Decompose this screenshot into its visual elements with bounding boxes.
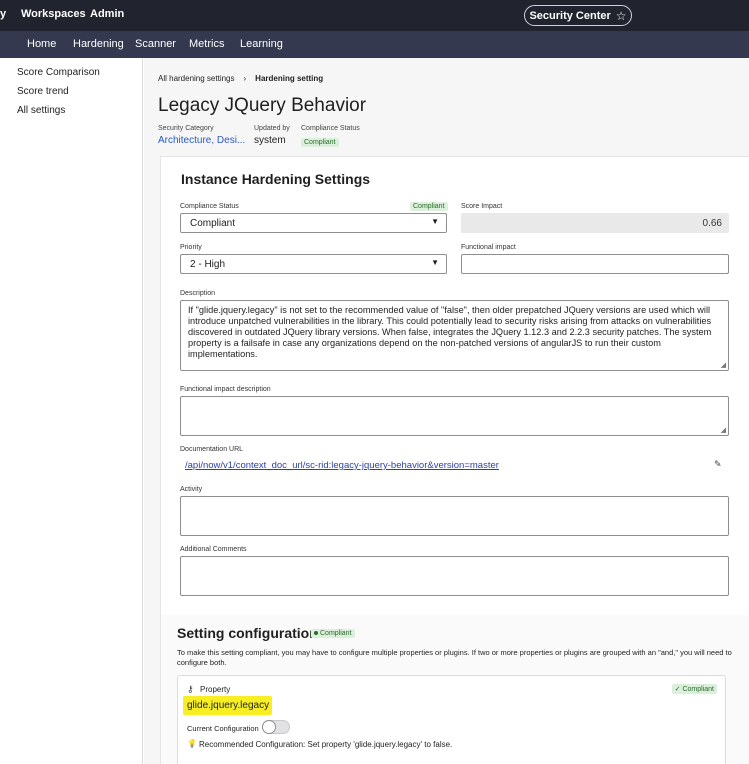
security-category-link[interactable]: Architecture, Desi... <box>158 135 245 146</box>
documentation-url-link[interactable]: /api/now/v1/context_doc_url/sc-rid:legac… <box>185 460 499 471</box>
breadcrumb-separator-icon: › <box>243 74 247 83</box>
property-label: Property <box>200 685 231 694</box>
compliance-field-badge: Compliant <box>410 202 448 211</box>
breadcrumb-current: Hardening setting <box>255 74 324 83</box>
topbar-item-workspaces[interactable]: Workspaces <box>21 8 86 20</box>
compliance-status-label: Compliance Status <box>301 125 360 132</box>
score-impact-value: 0.66 <box>702 218 722 229</box>
breadcrumb: All hardening settings › Hardening setti… <box>158 74 323 83</box>
toggle-knob <box>262 720 276 734</box>
recommended-configuration-text: Recommended Configuration: Set property … <box>199 740 453 749</box>
topbar-item-admin[interactable]: Admin <box>90 8 124 20</box>
resize-handle-icon[interactable]: ◢ <box>721 426 726 434</box>
settings-card: Instance Hardening Settings Compliance S… <box>160 156 749 764</box>
sidebar-item-score-comparison[interactable]: Score Comparison <box>17 67 100 78</box>
property-card: ⚷ Property ✓ Compliant glide.jquery.legac… <box>177 675 726 764</box>
documentation-url-label: Documentation URL <box>180 446 244 453</box>
nav-bar: Home Hardening Scanner Metrics Learning <box>0 31 749 58</box>
nav-item-learning[interactable]: Learning <box>240 38 283 50</box>
top-bar: y Workspaces Admin Security Center ☆ <box>0 0 749 31</box>
activity-textarea[interactable] <box>180 496 729 536</box>
score-impact-field: 0.66 <box>461 213 729 233</box>
description-textarea[interactable]: If "glide.jquery.legacy" is not set to t… <box>180 300 729 371</box>
additional-comments-label: Additional Comments <box>180 546 247 553</box>
setting-configuration-badge-text: Compliant <box>320 630 352 637</box>
setting-configuration-help: To make this setting compliant, you may … <box>177 648 732 667</box>
additional-comments-textarea[interactable] <box>180 556 729 596</box>
sidebar-item-score-trend[interactable]: Score trend <box>17 86 69 97</box>
functional-impact-label: Functional impact <box>461 244 516 251</box>
functional-impact-desc-textarea[interactable]: ◢ <box>180 396 729 436</box>
compliance-status-badge: Compliant <box>301 138 339 147</box>
key-icon: ⚷ <box>187 684 194 694</box>
setting-configuration-section: Setting configuration Compliant To make … <box>161 615 749 764</box>
check-circle-icon: ✓ <box>674 686 681 693</box>
sidebar-item-all-settings[interactable]: All settings <box>17 105 65 116</box>
nav-item-scanner[interactable]: Scanner <box>135 38 176 50</box>
property-badge: ✓ Compliant <box>671 684 717 694</box>
functional-impact-input[interactable] <box>461 254 729 274</box>
updated-by-value: system <box>254 135 286 146</box>
topbar-item-truncated[interactable]: y <box>0 8 6 20</box>
chevron-down-icon: ▼ <box>431 258 439 267</box>
priority-select[interactable]: 2 - High ▼ <box>180 254 447 274</box>
main-content: All hardening settings › Hardening setti… <box>144 58 749 764</box>
page-title: Legacy JQuery Behavior <box>158 95 367 116</box>
property-name: glide.jquery.legacy <box>187 700 270 711</box>
property-badge-text: Compliant <box>682 686 714 693</box>
nav-item-home[interactable]: Home <box>27 38 56 50</box>
chevron-down-icon: ▼ <box>431 217 439 226</box>
nav-item-hardening[interactable]: Hardening <box>73 38 124 50</box>
compliance-status-value: Compliant <box>190 218 236 229</box>
security-center-pill[interactable]: Security Center ☆ <box>524 5 632 26</box>
description-text: If "glide.jquery.legacy" is not set to t… <box>188 305 712 359</box>
pencil-icon[interactable]: ✎ <box>714 459 722 470</box>
priority-label: Priority <box>180 244 202 251</box>
security-category-label: Security Category <box>158 125 214 132</box>
compliance-status-select[interactable]: Compliant ▼ <box>180 213 447 233</box>
functional-impact-desc-label: Functional impact description <box>180 386 271 393</box>
priority-value: 2 - High <box>190 259 226 270</box>
activity-label: Activity <box>180 486 203 493</box>
setting-configuration-badge: Compliant <box>311 629 355 638</box>
lightbulb-icon: 💡 <box>187 739 197 748</box>
current-configuration-label: Current Configuration <box>187 724 259 733</box>
updated-by-label: Updated by <box>254 125 290 132</box>
current-configuration-toggle[interactable] <box>262 720 290 734</box>
security-center-label: Security Center <box>529 9 611 22</box>
description-label: Description <box>180 290 216 297</box>
card-title: Instance Hardening Settings <box>181 171 371 187</box>
star-icon[interactable]: ☆ <box>616 9 627 23</box>
resize-handle-icon[interactable]: ◢ <box>721 361 726 369</box>
status-dot-icon <box>314 631 318 636</box>
nav-item-metrics[interactable]: Metrics <box>189 38 224 50</box>
score-impact-label: Score Impact <box>461 203 503 210</box>
breadcrumb-parent[interactable]: All hardening settings <box>158 74 235 83</box>
compliance-status-field-label: Compliance Status <box>180 203 239 210</box>
sidebar: Score Comparison Score trend All setting… <box>0 58 143 764</box>
setting-configuration-title: Setting configuration <box>177 625 318 641</box>
